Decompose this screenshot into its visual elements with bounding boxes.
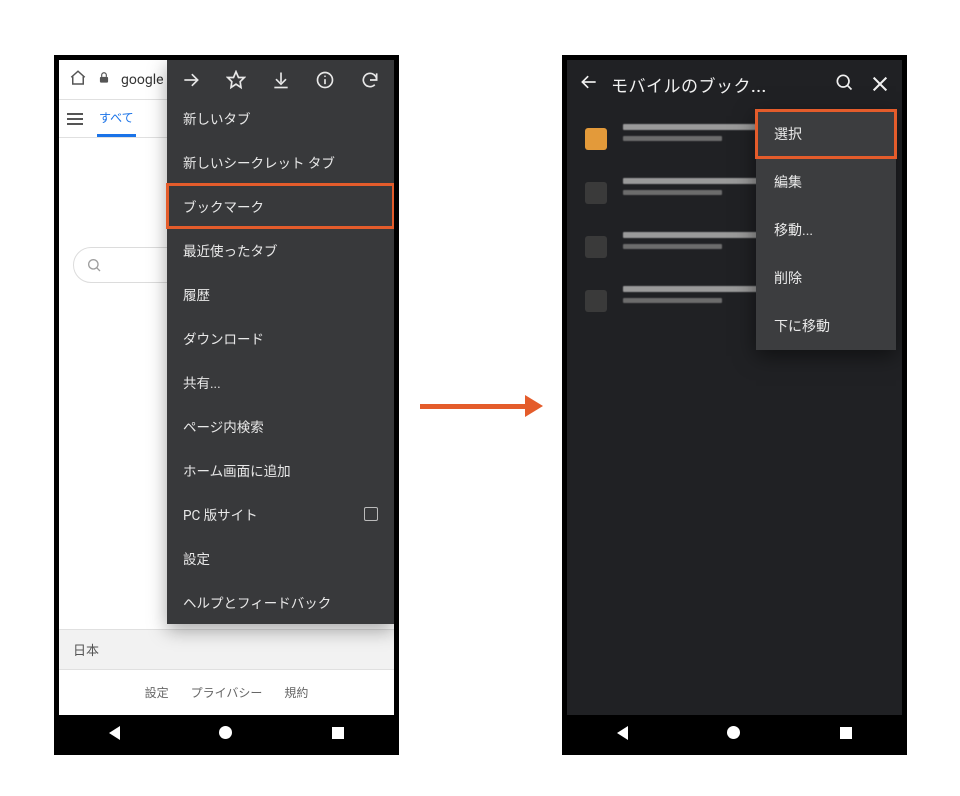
star-icon[interactable]	[226, 70, 246, 90]
context-item-4[interactable]: 下に移動	[756, 302, 896, 350]
menu-item-label: 共有...	[183, 372, 221, 392]
menu-item-8[interactable]: ホーム画面に追加	[167, 448, 394, 492]
menu-item-11[interactable]: ヘルプとフィードバック	[167, 580, 394, 624]
menu-item-7[interactable]: ページ内検索	[167, 404, 394, 448]
menu-item-4[interactable]: 履歴	[167, 272, 394, 316]
home-button-icon[interactable]	[727, 726, 740, 739]
menu-item-label: ホーム画面に追加	[183, 460, 291, 480]
home-icon[interactable]	[69, 69, 87, 91]
back-icon[interactable]	[617, 726, 628, 740]
context-item-2[interactable]: 移動...	[756, 206, 896, 254]
android-navbar	[567, 715, 902, 750]
menu-item-label: 履歴	[183, 284, 210, 304]
menu-item-label: ダウンロード	[183, 328, 264, 348]
menu-item-3[interactable]: 最近使ったタブ	[167, 228, 394, 272]
menu-item-label: ブックマーク	[183, 196, 264, 216]
menu-item-10[interactable]: 設定	[167, 536, 394, 580]
refresh-icon[interactable]	[360, 70, 380, 90]
phone-left: google すべて 日本 設定 プライバシー 規約 新しいタブ新しいシークレッ…	[54, 55, 399, 755]
menu-item-6[interactable]: 共有...	[167, 360, 394, 404]
bookmark-context-menu: 選択編集移動...削除下に移動	[756, 110, 896, 350]
menu-item-label: PC 版サイト	[183, 504, 258, 524]
flow-arrow	[420, 395, 543, 417]
tab-all[interactable]: すべて	[97, 100, 136, 137]
menu-item-1[interactable]: 新しいシークレット タブ	[167, 140, 394, 184]
menu-item-label: ページ内検索	[183, 416, 264, 436]
address-text[interactable]: google	[121, 72, 164, 88]
context-item-0[interactable]: 選択	[756, 110, 896, 158]
menu-item-2[interactable]: ブックマーク	[167, 184, 394, 228]
context-item-3[interactable]: 削除	[756, 254, 896, 302]
country-label: 日本	[59, 629, 394, 670]
menu-item-9[interactable]: PC 版サイト	[167, 492, 394, 536]
hamburger-icon[interactable]	[67, 113, 83, 125]
arrow-head-icon	[525, 395, 543, 417]
recents-icon[interactable]	[840, 727, 852, 739]
footer-link-settings[interactable]: 設定	[145, 684, 169, 701]
download-icon[interactable]	[271, 70, 291, 90]
menu-item-label: 最近使ったタブ	[183, 240, 278, 260]
menu-icon-row	[167, 60, 394, 96]
menu-item-0[interactable]: 新しいタブ	[167, 96, 394, 140]
home-button-icon[interactable]	[219, 726, 232, 739]
info-icon[interactable]	[315, 70, 335, 90]
menu-item-label: 設定	[183, 548, 210, 568]
menu-item-5[interactable]: ダウンロード	[167, 316, 394, 360]
lock-icon	[97, 70, 111, 89]
bookmarks-header: モバイルのブック...	[567, 60, 902, 108]
bookmarks-screen: モバイルのブック... 選択編集移動...削除下に移動	[567, 60, 902, 750]
footer-link-terms[interactable]: 規約	[284, 684, 308, 701]
menu-item-label: 新しいシークレット タブ	[183, 152, 335, 172]
menu-item-label: ヘルプとフィードバック	[183, 592, 331, 612]
search-icon[interactable]	[834, 72, 854, 96]
chrome-overflow-menu: 新しいタブ新しいシークレット タブブックマーク最近使ったタブ履歴ダウンロード共有…	[167, 60, 394, 624]
bookmarks-title: モバイルのブック...	[611, 72, 767, 97]
close-icon[interactable]	[870, 74, 890, 94]
android-navbar	[59, 715, 394, 750]
search-icon	[86, 257, 102, 273]
back-arrow-icon[interactable]	[579, 72, 599, 96]
back-icon[interactable]	[109, 726, 120, 740]
forward-icon[interactable]	[181, 70, 201, 90]
bookmark-favicon-icon	[585, 182, 607, 204]
phone-right: モバイルのブック... 選択編集移動...削除下に移動	[562, 55, 907, 755]
footer-link-privacy[interactable]: プライバシー	[191, 684, 263, 701]
checkbox-icon[interactable]	[364, 507, 378, 521]
bookmark-favicon-icon	[585, 290, 607, 312]
recents-icon[interactable]	[332, 727, 344, 739]
google-footer: 日本 設定 プライバシー 規約	[59, 629, 394, 715]
menu-item-label: 新しいタブ	[183, 108, 251, 128]
arrow-line	[420, 404, 525, 409]
bookmark-favicon-icon	[585, 236, 607, 258]
context-item-1[interactable]: 編集	[756, 158, 896, 206]
bookmark-favicon-icon	[585, 128, 607, 150]
